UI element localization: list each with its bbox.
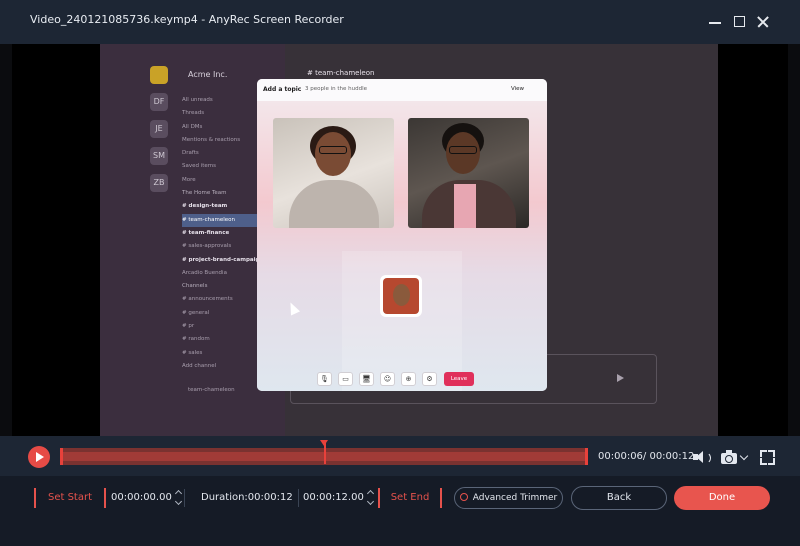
workspace-icon: JE — [150, 120, 168, 138]
screen-share-icon: 🖥 — [359, 372, 374, 386]
set-end-button[interactable]: Set End — [378, 488, 442, 508]
huddle-header: Add a topic 3 people in the huddle View — [257, 79, 547, 101]
trimmer-icon — [459, 493, 468, 501]
divider — [184, 489, 185, 507]
leave-button: Leave — [444, 372, 474, 386]
start-time-stepper[interactable] — [175, 487, 183, 509]
settings-icon: ⚙ — [422, 372, 437, 386]
advanced-trimmer-label: Advanced Trimmer — [472, 493, 558, 503]
maximize-icon[interactable] — [732, 14, 748, 30]
timecode: 00:00:06/ 00:00:12 — [598, 451, 695, 462]
huddle-subtitle: 3 people in the huddle — [305, 86, 368, 92]
participant-tile — [408, 118, 529, 228]
volume-icon[interactable] — [693, 450, 711, 464]
duration-label: Duration:00:00:12 — [201, 492, 293, 503]
fullscreen-icon[interactable] — [760, 450, 775, 465]
huddle-window: Add a topic 3 people in the huddle View … — [257, 79, 547, 391]
back-button[interactable]: Back — [571, 486, 667, 510]
mic-icon: 🎙 — [317, 372, 332, 386]
end-time-stepper[interactable] — [367, 487, 375, 509]
close-icon[interactable] — [755, 14, 771, 30]
video-frame[interactable]: DF JE SM ZB Acme Inc. All unreads Threads… — [100, 44, 718, 436]
workspace-icon: ZB — [150, 174, 168, 192]
workspace-switcher: DF JE SM ZB — [146, 66, 172, 201]
trim-start-handle[interactable] — [60, 448, 63, 465]
done-button[interactable]: Done — [674, 486, 770, 510]
title-bar: Video_240121085736.keymp4 - AnyRec Scree… — [0, 0, 800, 44]
advanced-trimmer-button[interactable]: Advanced Trimmer — [454, 487, 563, 509]
end-time-field[interactable]: 00:00:12.00 — [303, 488, 364, 508]
emoji-icon: ☺ — [380, 372, 395, 386]
start-time-field[interactable]: 00:00:00.00 — [111, 488, 172, 508]
participant-avatar — [380, 275, 422, 317]
huddle-view: View — [511, 86, 525, 92]
divider — [298, 489, 299, 507]
org-name: Acme Inc. — [188, 70, 228, 79]
sidebar-footer: team-chameleon — [188, 387, 235, 393]
workspace-icon — [150, 66, 168, 84]
workspace-icon: DF — [150, 93, 168, 111]
play-button[interactable] — [28, 446, 50, 468]
playhead[interactable] — [321, 440, 327, 464]
snapshot-camera-icon[interactable] — [721, 450, 739, 464]
channel-title: # team-chameleon — [307, 69, 375, 77]
huddle-topic: Add a topic — [263, 86, 302, 93]
add-person-icon: ⊕ — [401, 372, 416, 386]
window-title: Video_240121085736.keymp4 - AnyRec Scree… — [30, 13, 344, 26]
trim-end-handle[interactable] — [585, 448, 588, 465]
send-icon — [617, 374, 624, 382]
video-preview-area: DF JE SM ZB Acme Inc. All unreads Threads… — [12, 44, 788, 436]
minimize-icon[interactable] — [707, 14, 723, 30]
workspace-icon: SM — [150, 147, 168, 165]
camera-toggle-icon: ▭ — [338, 372, 353, 386]
huddle-center-card — [342, 251, 462, 391]
set-start-button[interactable]: Set Start — [34, 488, 106, 508]
participant-tile — [273, 118, 394, 228]
